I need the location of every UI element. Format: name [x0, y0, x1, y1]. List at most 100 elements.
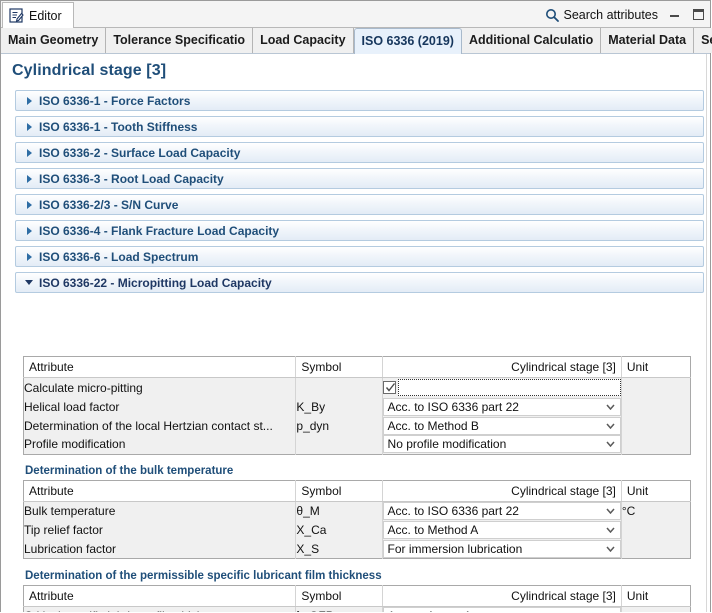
tab-tolerance-specification[interactable]: Tolerance Specificatio [106, 28, 253, 53]
section-iso-6336-1-tooth-stiffness[interactable]: ISO 6336-1 - Tooth Stiffness [15, 116, 704, 137]
section-label: ISO 6336-2 - Surface Load Capacity [39, 146, 240, 160]
chevron-down-icon [604, 541, 617, 557]
hertzian-contact-stress-dropdown[interactable]: Acc. to Method B [383, 417, 621, 435]
content-area: Cylindrical stage [3] ISO 6336-1 - Force… [1, 54, 710, 612]
micropitting-table: Attribute Symbol Cylindrical stage [3] U… [23, 356, 691, 455]
content-right-divider [706, 54, 707, 612]
micropitting-table-panel: Attribute Symbol Cylindrical stage [3] U… [23, 356, 691, 455]
bulk-temperature-dropdown[interactable]: Acc. to ISO 6336 part 22 [383, 502, 621, 520]
tip-relief-factor-dropdown[interactable]: Acc. to Method A [383, 521, 621, 539]
section-list: ISO 6336-1 - Force Factors ISO 6336-1 - … [15, 90, 704, 298]
col-value: Cylindrical stage [3] [382, 357, 621, 378]
col-symbol: Symbol [296, 357, 382, 378]
row-unit [621, 378, 690, 398]
table-header-row: Attribute Symbol Cylindrical stage [3] U… [24, 481, 691, 502]
section-iso-6336-4-flank-fracture-load-capacity[interactable]: ISO 6336-4 - Flank Fracture Load Capacit… [15, 220, 704, 241]
dropdown-value: For immersion lubrication [388, 542, 523, 556]
chevron-right-icon [22, 97, 36, 105]
row-unit [621, 540, 690, 559]
section-label: ISO 6336-4 - Flank Fracture Load Capacit… [39, 224, 279, 238]
editor-window: Editor Search attributes Main Geometry T… [0, 0, 711, 612]
col-value: Cylindrical stage [3] [382, 481, 621, 502]
row-unit [621, 416, 690, 435]
view-tab-label: Editor [29, 9, 62, 23]
section-label: ISO 6336-22 - Micropitting Load Capacity [39, 276, 272, 290]
dropdown-value: Acc. to Annex A [388, 609, 472, 612]
section-iso-6336-1-force-factors[interactable]: ISO 6336-1 - Force Factors [15, 90, 704, 111]
lubricant-film-thickness-panel: Determination of the permissible specifi… [23, 567, 691, 612]
table-row: Critical specific lubricant film thickne… [24, 607, 691, 613]
section-iso-6336-3-root-load-capacity[interactable]: ISO 6336-3 - Root Load Capacity [15, 168, 704, 189]
maximize-restore-icon[interactable] [691, 7, 706, 22]
row-attribute: Lubrication factor [24, 540, 296, 559]
section-iso-6336-2-surface-load-capacity[interactable]: ISO 6336-2 - Surface Load Capacity [15, 142, 704, 163]
minimize-icon[interactable] [667, 7, 682, 22]
lubrication-factor-dropdown[interactable]: For immersion lubrication [383, 540, 621, 558]
table-header-row: Attribute Symbol Cylindrical stage [3] U… [24, 586, 691, 607]
row-symbol: λ_GFP [296, 607, 382, 613]
chevron-down-icon [604, 418, 617, 434]
chevron-down-icon [604, 608, 617, 612]
tab-main-geometry[interactable]: Main Geometry [1, 28, 106, 53]
row-symbol: θ_M [296, 502, 382, 521]
helical-load-factor-dropdown[interactable]: Acc. to ISO 6336 part 22 [383, 398, 621, 416]
tab-additional-calculation[interactable]: Additional Calculatio [462, 28, 601, 53]
tab-settings[interactable]: Settings [694, 28, 712, 53]
row-value-cell[interactable]: Acc. to ISO 6336 part 22 [382, 502, 621, 521]
chevron-right-icon [22, 201, 36, 209]
section-label: ISO 6336-3 - Root Load Capacity [39, 172, 224, 186]
row-value-cell[interactable]: Acc. to Annex A [382, 607, 621, 613]
table-row: Calculate micro-pitting [24, 378, 691, 398]
row-value-cell[interactable] [382, 378, 621, 398]
view-tab-editor[interactable]: Editor [2, 2, 74, 28]
row-value-cell[interactable]: Acc. to ISO 6336 part 22 [382, 397, 621, 416]
row-value-cell[interactable]: Acc. to Method B [382, 416, 621, 435]
table-header-row: Attribute Symbol Cylindrical stage [3] U… [24, 357, 691, 378]
section-iso-6336-22-micropitting-load-capacity[interactable]: ISO 6336-22 - Micropitting Load Capacity [15, 272, 704, 293]
calculate-micro-pitting-checkbox[interactable] [383, 381, 396, 394]
row-value-cell[interactable]: No profile modification [382, 435, 621, 454]
search-icon [545, 8, 559, 22]
col-unit: Unit [621, 481, 690, 502]
chevron-down-icon [604, 436, 617, 452]
section-iso-6336-2-3-sn-curve[interactable]: ISO 6336-2/3 - S/N Curve [15, 194, 704, 215]
bulk-temperature-group-title: Determination of the bulk temperature [23, 462, 691, 480]
view-bar-controls: Search attributes [545, 1, 707, 28]
row-unit [621, 397, 690, 416]
table-row: Bulk temperature θ_M Acc. to ISO 6336 pa… [24, 502, 691, 521]
tab-material-data[interactable]: Material Data [601, 28, 694, 53]
chevron-down-icon [604, 522, 617, 538]
row-attribute: Critical specific lubricant film thickne… [24, 607, 296, 613]
chevron-right-icon [22, 253, 36, 261]
chevron-down-icon [604, 503, 617, 519]
col-attribute: Attribute [24, 481, 296, 502]
row-value-cell[interactable]: Acc. to Method A [382, 521, 621, 540]
row-symbol [296, 378, 382, 398]
chevron-down-icon [22, 280, 36, 285]
tab-load-capacity[interactable]: Load Capacity [253, 28, 353, 53]
dropdown-value: Acc. to Method A [388, 523, 479, 537]
lubricant-film-group-title: Determination of the permissible specifi… [23, 567, 691, 585]
col-attribute: Attribute [24, 357, 296, 378]
col-attribute: Attribute [24, 586, 296, 607]
search-attributes-button[interactable]: Search attributes [545, 8, 659, 22]
row-value-cell[interactable]: For immersion lubrication [382, 540, 621, 559]
dropdown-value: No profile modification [388, 437, 507, 451]
search-attributes-label: Search attributes [564, 8, 659, 22]
row-unit [621, 435, 690, 454]
table-row: Helical load factor K_By Acc. to ISO 633… [24, 397, 691, 416]
row-symbol: X_S [296, 540, 382, 559]
section-label: ISO 6336-1 - Tooth Stiffness [39, 120, 197, 134]
chevron-right-icon [22, 123, 36, 131]
profile-modification-dropdown[interactable]: No profile modification [383, 435, 621, 453]
table-row: Lubrication factor X_S For immersion lub… [24, 540, 691, 559]
section-iso-6336-6-load-spectrum[interactable]: ISO 6336-6 - Load Spectrum [15, 246, 704, 267]
row-unit [621, 521, 690, 540]
table-row: Determination of the local Hertzian cont… [24, 416, 691, 435]
tab-iso-6336-2019[interactable]: ISO 6336 (2019) [354, 28, 462, 54]
row-symbol [296, 435, 382, 454]
row-attribute: Tip relief factor [24, 521, 296, 540]
page-tab-bar: Main Geometry Tolerance Specificatio Loa… [1, 28, 710, 54]
section-label: ISO 6336-2/3 - S/N Curve [39, 198, 178, 212]
critical-film-thickness-dropdown[interactable]: Acc. to Annex A [383, 607, 621, 612]
